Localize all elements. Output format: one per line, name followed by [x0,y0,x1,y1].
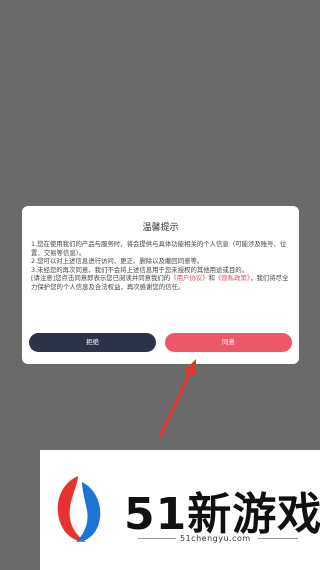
brand-banner: 51新游戏 51chengyu.com [40,450,320,570]
divider-right [258,538,298,539]
divider-left [138,538,176,539]
brand-logo-text: 51新游戏 [124,478,320,542]
51-logo-icon [57,476,101,542]
brand-number: 51 [124,489,188,540]
brand-name: 新游戏 [187,489,320,540]
brand-url: 51chengyu.com [180,534,251,543]
